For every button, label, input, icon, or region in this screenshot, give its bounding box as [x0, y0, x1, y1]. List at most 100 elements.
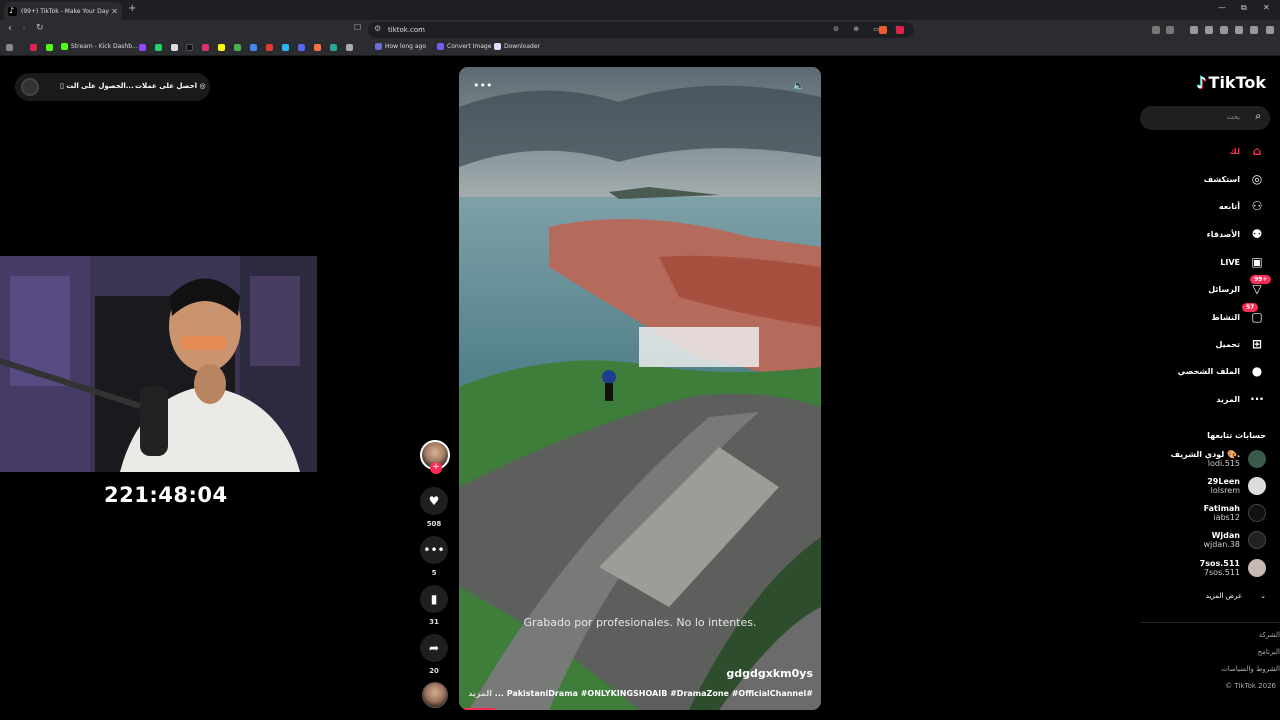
tiktok-logo[interactable]: ♪ TikTok	[1196, 73, 1266, 92]
save-action[interactable]: ▮ 31	[420, 585, 448, 626]
sound-icon[interactable]: 🔈	[792, 79, 806, 92]
followed-account[interactable]: 29Leen lolsrem	[1207, 477, 1266, 495]
followed-account[interactable]: لودي الشريف 🎨. lodi.515	[1171, 450, 1266, 468]
nav-friends[interactable]: الأصدقاء ⚉	[1207, 227, 1266, 241]
nav-live[interactable]: LIVE ▣	[1220, 255, 1266, 269]
footer-link-company[interactable]: الشركة	[1259, 631, 1280, 639]
reload-icon[interactable]: ↻	[36, 23, 44, 33]
new-tab-button[interactable]: +	[128, 3, 136, 14]
wallet-icon[interactable]	[1250, 26, 1258, 34]
nav-messages[interactable]: الرسائل ▽ 99+	[1208, 275, 1272, 296]
user-avatar[interactable]	[21, 78, 39, 96]
tiktok-sidebar: ♪ TikTok بحث ⌕ لك ⌂ استكشف ◎ أتابعه ⚇ الأصد…	[1140, 57, 1280, 720]
video-progress-bar[interactable]	[459, 708, 495, 710]
forward-icon[interactable]: ›	[22, 23, 26, 34]
footer-link-program[interactable]: البرنامج	[1258, 648, 1280, 656]
get-app-button[interactable]: ▯ الحصول على الت...	[60, 82, 134, 90]
extension-icon[interactable]	[1166, 26, 1174, 34]
followed-account[interactable]: Wjdan wjdan.38	[1203, 531, 1266, 549]
search-icon[interactable]: ⌕	[1255, 111, 1261, 122]
nav-for-you[interactable]: لك ⌂	[1230, 144, 1266, 158]
discord-icon[interactable]	[298, 44, 305, 51]
bookmarks-bar: Stream - Kick Dashb... How long ago Conv…	[0, 40, 1280, 56]
nav-upload[interactable]: تحميل ⊞	[1215, 337, 1266, 351]
music-disc-avatar[interactable]	[422, 682, 448, 708]
whatsapp-icon[interactable]	[155, 44, 162, 51]
x-icon[interactable]	[171, 44, 178, 51]
menu-icon[interactable]	[1266, 26, 1274, 34]
music-icon[interactable]	[1190, 26, 1198, 34]
account-avatar	[1248, 531, 1266, 549]
followed-account[interactable]: 7sos.511 7sos.511	[1200, 559, 1266, 577]
bookmark-icon[interactable]: ▮	[420, 585, 448, 613]
followed-account[interactable]: Fatimah iabs12	[1204, 504, 1266, 522]
twitch-icon[interactable]	[139, 44, 146, 51]
sidebar-toggle-icon[interactable]	[1205, 26, 1213, 34]
bookmark-icon[interactable]	[346, 44, 353, 51]
restore-button[interactable]: ⧉	[1241, 3, 1247, 13]
nav-label: استكشف	[1203, 174, 1240, 184]
leo-ai-icon[interactable]	[1235, 26, 1243, 34]
url-text: tiktok.com	[388, 26, 425, 34]
kick-icon[interactable]	[46, 44, 53, 51]
bookmark-how-long-ago[interactable]: How long ago	[375, 43, 426, 50]
nav-profile[interactable]: الملف الشخصي ●	[1178, 364, 1266, 378]
hashtags-text[interactable]: #PakistaniDrama #ONLYKINGSHOAIB #DramaZo…	[495, 689, 813, 698]
creator-avatar[interactable]: +	[420, 440, 450, 474]
apps-grid-icon[interactable]	[6, 44, 13, 51]
bookmark-convert-image[interactable]: Convert Image	[437, 43, 491, 50]
extension-icon[interactable]	[896, 26, 904, 34]
footer-link-terms[interactable]: الشروط والسياسات	[1221, 665, 1280, 673]
comment-icon[interactable]: •••	[420, 536, 448, 564]
account-avatar	[1248, 559, 1266, 577]
bookmark-icon[interactable]	[266, 44, 273, 51]
account-avatar	[1248, 450, 1266, 468]
get-coins-button[interactable]: احصل على عملات ◎	[135, 82, 206, 90]
bookmark-favicon-icon	[375, 43, 382, 50]
bookmark-icon[interactable]	[282, 44, 289, 51]
compass-icon: ◎	[1251, 172, 1263, 186]
comment-action[interactable]: ••• 5	[420, 536, 448, 577]
address-bar[interactable]: ⚙ tiktok.com ⊘ ⊕ ▭ ⇪	[368, 22, 914, 38]
nav-activity[interactable]: النشاط ▢ 57	[1212, 303, 1266, 324]
heart-icon[interactable]: ♥	[420, 487, 448, 515]
bookmark-icon[interactable]	[234, 44, 241, 51]
share-action[interactable]: ➦ 20	[420, 634, 448, 675]
follow-plus-icon[interactable]: +	[430, 462, 442, 474]
account-handle: 7sos.511	[1203, 568, 1240, 577]
video-player[interactable]: ••• 🔈 Grabado por profesionales. No lo i…	[459, 67, 821, 710]
share-icon[interactable]: ➦	[420, 634, 448, 662]
like-action[interactable]: ♥ 508	[420, 487, 448, 528]
nav-following[interactable]: أتابعه ⚇	[1219, 199, 1266, 213]
nav-explore[interactable]: استكشف ◎	[1204, 172, 1266, 186]
browser-tab-tiktok[interactable]: (99+) TikTok - Make Your Day ✕	[4, 2, 122, 20]
more-link[interactable]: المزيد	[468, 689, 492, 698]
save-count: 31	[429, 618, 439, 626]
bookmark-label: How long ago	[385, 43, 427, 50]
see-more-button[interactable]: عرض المزيد ⌄	[1206, 592, 1266, 600]
more-options-icon[interactable]: •••	[473, 79, 492, 92]
minimize-button[interactable]: —	[1218, 3, 1226, 12]
split-view-icon[interactable]	[1220, 26, 1228, 34]
nav-label: LIVE	[1220, 257, 1240, 267]
site-info-icon[interactable]: ⚙	[374, 24, 381, 33]
search-input[interactable]: بحث ⌕	[1140, 106, 1270, 130]
bookmark-icon[interactable]	[250, 44, 257, 51]
bookmark-kick-dashboard[interactable]: Stream - Kick Dashb...	[61, 43, 138, 50]
bookmark-downloader[interactable]: Downloader	[494, 43, 540, 50]
bookmark-icon[interactable]	[330, 44, 337, 51]
extension-icon[interactable]	[1152, 26, 1160, 34]
video-author[interactable]: gdgdgxkm0ys	[726, 667, 813, 680]
brave-shield-icon[interactable]	[879, 26, 887, 34]
instagram-icon[interactable]	[202, 44, 209, 51]
account-name: لودي الشريف 🎨.	[1170, 450, 1240, 459]
tiktok-icon[interactable]	[186, 44, 193, 51]
snapchat-icon[interactable]	[218, 44, 225, 51]
nav-more[interactable]: المزيد ···	[1216, 392, 1266, 406]
close-tab-icon[interactable]: ✕	[111, 7, 118, 16]
back-icon[interactable]: ‹	[8, 23, 12, 34]
bookmark-icon[interactable]	[30, 44, 37, 51]
close-window-button[interactable]: ✕	[1263, 3, 1270, 12]
bookmark-icon[interactable]	[314, 44, 321, 51]
bookmark-page-icon[interactable]: ☐	[354, 23, 361, 32]
